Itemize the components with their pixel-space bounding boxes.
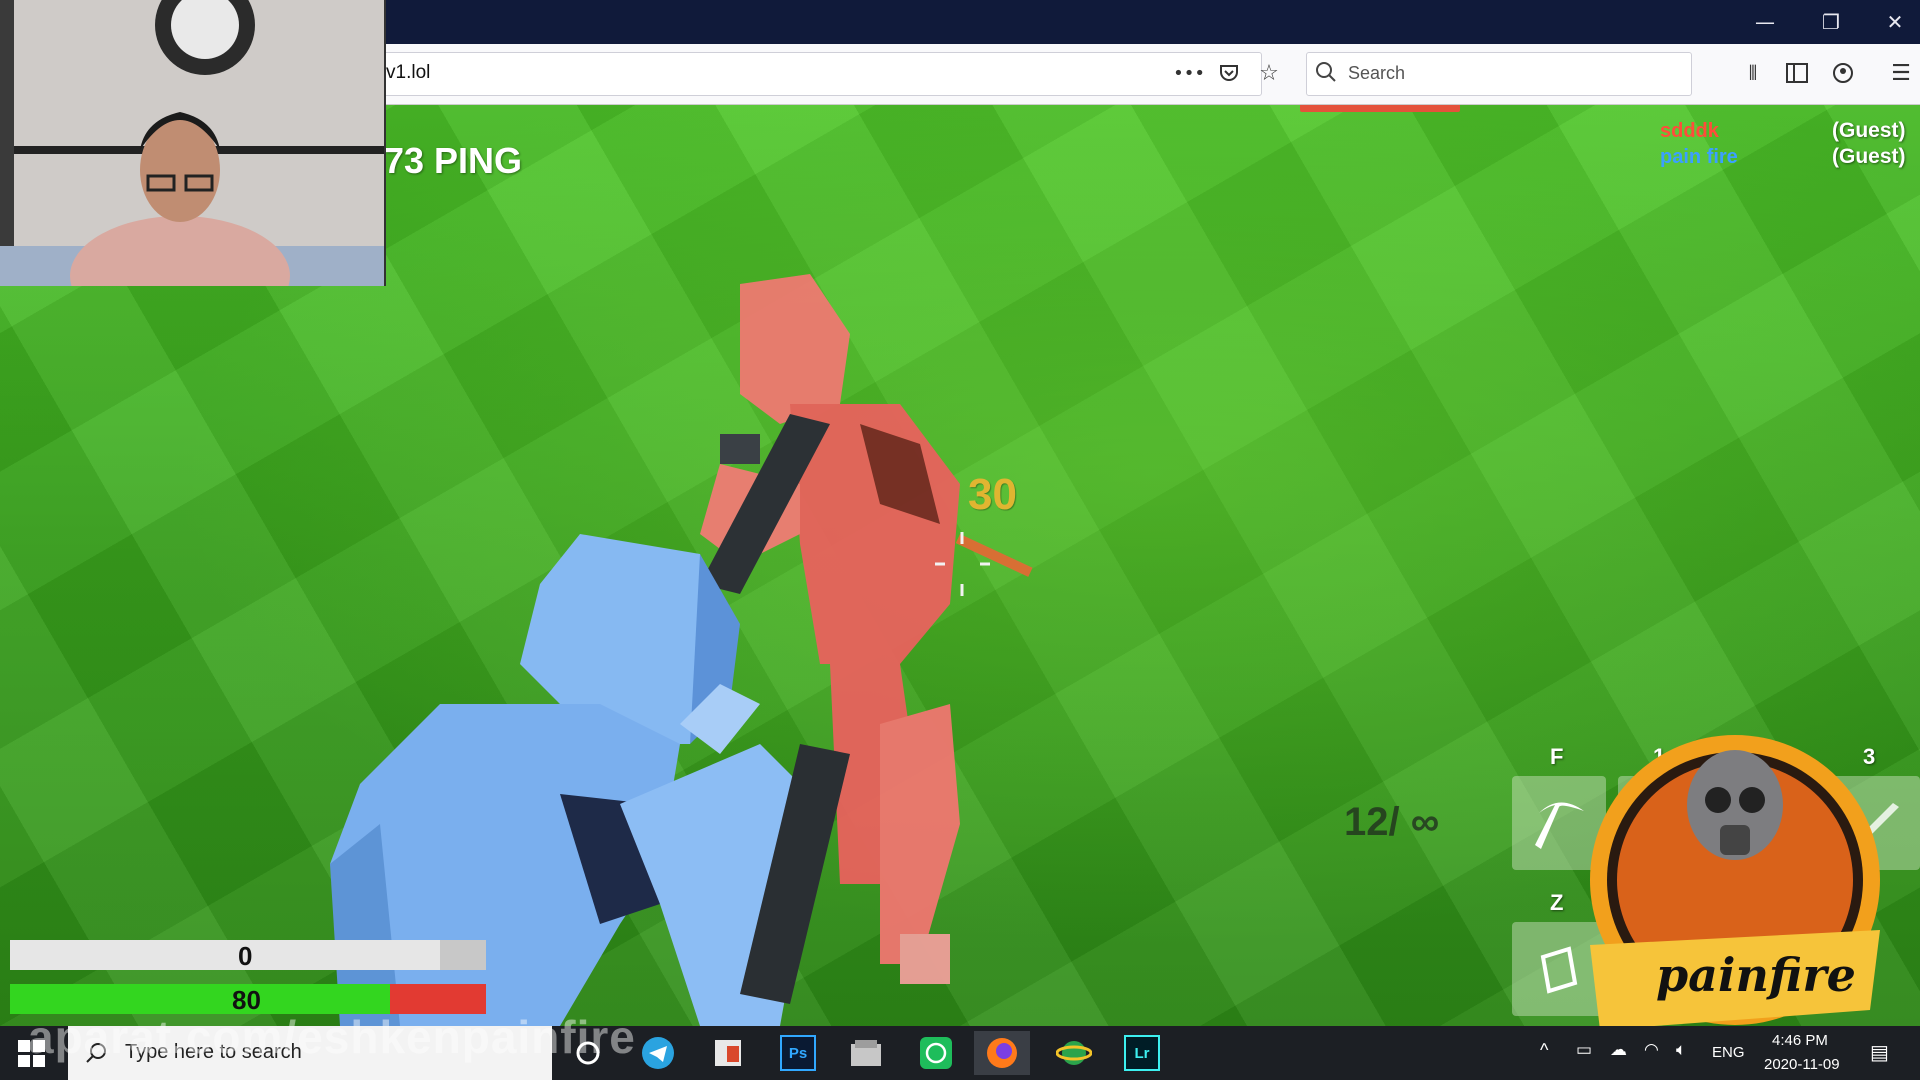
whatsapp-icon[interactable] — [908, 1031, 964, 1075]
tray-volume-icon[interactable]: 🔈︎ — [1676, 1040, 1686, 1060]
files-icon[interactable] — [838, 1031, 894, 1075]
office-icon[interactable] — [700, 1031, 756, 1075]
webcam-overlay — [0, 0, 386, 286]
sidebar-icon[interactable] — [1782, 58, 1812, 88]
hamburger-menu-icon[interactable]: ☰ — [1886, 58, 1916, 88]
tray-time[interactable]: 4:46 PM — [1772, 1032, 1828, 1049]
slot-key-f: F — [1550, 744, 1564, 769]
ping-readout: 73 PING — [384, 140, 523, 181]
leaderboard-name-2: pain fire — [1660, 146, 1738, 168]
damage-number: 30 — [968, 470, 1017, 519]
library-icon[interactable]: ⫴ — [1738, 58, 1768, 88]
objective-bar — [1300, 104, 1460, 112]
firefox-icon[interactable] — [974, 1031, 1030, 1075]
bookmark-star-icon[interactable]: ☆ — [1254, 58, 1284, 88]
url-text[interactable]: v1.lol — [386, 62, 430, 84]
ammo-counter: 12/ ∞ — [1344, 800, 1440, 844]
lightroom-icon[interactable]: Lr — [1114, 1031, 1170, 1075]
notifications-icon[interactable]: ▤ — [1870, 1040, 1889, 1065]
tray-chevron-icon[interactable]: ^ — [1540, 1040, 1548, 1061]
tray-language[interactable]: ENG — [1712, 1044, 1745, 1061]
tray-wifi-icon[interactable]: ◠ — [1644, 1040, 1659, 1060]
pocket-icon[interactable] — [1214, 58, 1244, 88]
account-icon[interactable] — [1828, 58, 1858, 88]
url-bar[interactable] — [380, 52, 1262, 96]
lightroom-label: Lr — [1124, 1035, 1160, 1071]
ie-icon[interactable] — [1046, 1031, 1102, 1075]
leaderboard-tag-2: (Guest) — [1832, 145, 1906, 168]
restore-icon[interactable]: ❐ — [1808, 0, 1854, 44]
channel-logo: painfire — [1570, 730, 1900, 1040]
photoshop-icon[interactable]: Ps — [770, 1031, 826, 1075]
watermark-text: aparat.com/eshkenpainfire — [28, 1011, 636, 1063]
page-actions-icon[interactable]: ••• — [1173, 58, 1205, 88]
tray-date[interactable]: 2020-11-09 — [1764, 1056, 1840, 1073]
logo-text: painfire — [1656, 948, 1856, 1002]
minimize-icon[interactable]: — — [1742, 0, 1788, 44]
leaderboard-tag-1: (Guest) — [1832, 119, 1906, 142]
search-icon — [1314, 60, 1338, 89]
close-icon[interactable]: ✕ — [1872, 0, 1918, 44]
photoshop-label: Ps — [780, 1035, 816, 1071]
shield-bar-empty — [440, 940, 486, 970]
slot-key-z: Z — [1550, 890, 1564, 915]
shield-value: 0 — [238, 941, 253, 971]
telegram-icon[interactable] — [630, 1031, 686, 1075]
tray-cloud-icon[interactable]: ☁ — [1610, 1040, 1627, 1060]
leaderboard-name-1: sdddk — [1660, 120, 1719, 142]
tray-devices-icon[interactable]: ▭ — [1576, 1040, 1592, 1060]
search-placeholder: Search — [1348, 63, 1406, 83]
